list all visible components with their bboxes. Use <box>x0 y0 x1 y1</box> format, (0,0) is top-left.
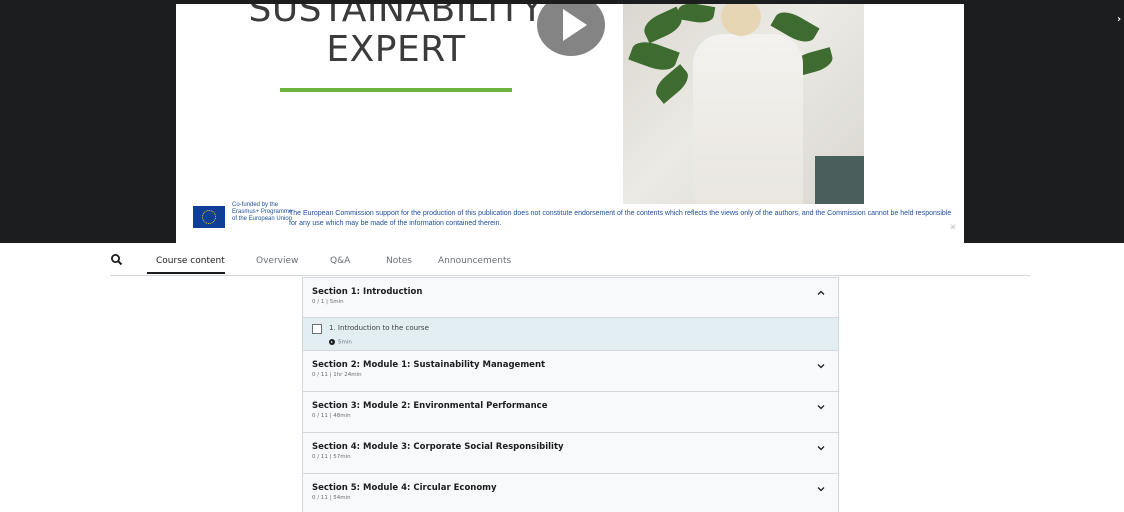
tab-notes[interactable]: Notes <box>386 256 412 266</box>
section-header[interactable]: Section 2: Module 1: Sustainability Mana… <box>302 351 839 392</box>
section-header[interactable]: Section 4: Module 3: Corporate Social Re… <box>302 433 839 474</box>
search-icon[interactable] <box>110 253 124 267</box>
active-tab-indicator <box>147 272 225 274</box>
section-meta: 0 / 11 | 54min <box>312 495 351 501</box>
slide-title-line2: EXPERT <box>326 29 466 70</box>
section-title: Section 4: Module 3: Corporate Social Re… <box>312 442 564 452</box>
lecture-duration: 5min <box>329 339 352 346</box>
video-player[interactable]: SUSTAINABILITY EXPERT Co-funded by the E… <box>0 0 1124 243</box>
chevron-up-icon <box>817 290 825 295</box>
watermark-logo: ⌘ <box>950 224 956 231</box>
lecture-title: 1. Introduction to the course <box>329 324 429 332</box>
course-sections: Section 1: Introduction 0 / 1 | 5min 1. … <box>302 277 839 512</box>
section-header[interactable]: Section 5: Module 4: Circular Economy 0 … <box>302 474 839 512</box>
section-header[interactable]: Section 1: Introduction 0 / 1 | 5min <box>302 277 839 318</box>
eu-flag-icon <box>193 206 225 228</box>
section-title: Section 2: Module 1: Sustainability Mana… <box>312 360 546 370</box>
section-meta: 0 / 11 | 57min <box>312 454 351 460</box>
section-meta: 0 / 11 | 1hr 24min <box>312 372 362 378</box>
video-icon <box>329 339 335 345</box>
section-title: Section 3: Module 2: Environmental Perfo… <box>312 401 548 411</box>
tab-course-content[interactable]: Course content <box>156 256 225 266</box>
section-title: Section 1: Introduction <box>312 287 423 297</box>
course-tabs: Course content Overview Q&A Notes Announ… <box>110 247 1030 276</box>
lecture-item[interactable]: 1. Introduction to the course 5min <box>302 318 839 351</box>
slide-divider <box>280 88 512 92</box>
cofunded-label: Co-funded by the Erasmus+ Programme of t… <box>232 202 293 222</box>
play-button[interactable] <box>537 4 605 56</box>
section-header[interactable]: Section 3: Module 2: Environmental Perfo… <box>302 392 839 433</box>
chevron-down-icon <box>817 487 825 492</box>
disclaimer-text: The European Commission support for the … <box>289 210 952 227</box>
chevron-down-icon <box>817 364 825 369</box>
chevron-down-icon <box>817 446 825 451</box>
section-title: Section 5: Module 4: Circular Economy <box>312 483 497 493</box>
slide-photo <box>623 4 864 204</box>
video-slide[interactable]: SUSTAINABILITY EXPERT Co-funded by the E… <box>176 4 964 243</box>
section-meta: 0 / 1 | 5min <box>312 299 344 305</box>
play-icon <box>563 9 587 41</box>
tab-announcements[interactable]: Announcements <box>438 256 511 266</box>
chevron-down-icon <box>817 405 825 410</box>
section-meta: 0 / 11 | 48min <box>312 413 351 419</box>
slide-title-line1: SUSTAINABILITY <box>248 4 544 30</box>
lecture-complete-checkbox[interactable] <box>312 324 322 334</box>
tab-qa[interactable]: Q&A <box>330 256 350 266</box>
close-sidebar-icon[interactable]: › <box>1117 14 1121 25</box>
tab-overview[interactable]: Overview <box>256 256 298 266</box>
